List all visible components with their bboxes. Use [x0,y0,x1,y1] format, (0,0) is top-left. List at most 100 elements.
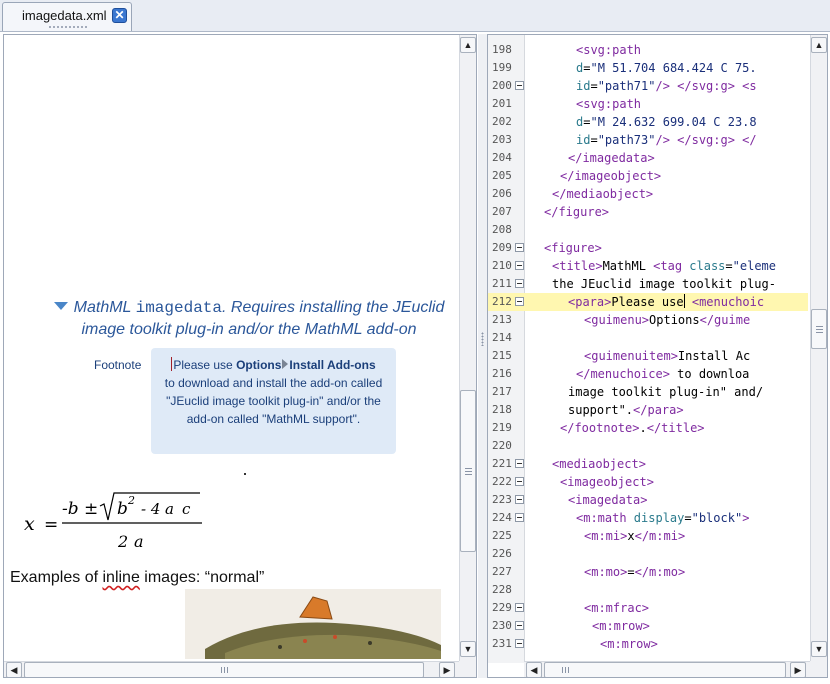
code-line[interactable]: 224 <m:math display="block"> [488,509,808,527]
scroll-up-icon[interactable]: ▲ [460,37,476,53]
line-number: 220 [492,439,512,452]
left-hscroll-thumb[interactable] [24,662,424,677]
code-token: <m:mo> [584,565,628,579]
code-line[interactable]: 206 </mediaobject> [488,185,808,203]
code-line[interactable]: 211 the JEuclid image toolkit plug- [488,275,808,293]
code-token: </figure> [544,205,610,219]
scroll-up-icon[interactable]: ▲ [811,37,827,53]
scroll-right-icon[interactable]: ▶ [790,662,806,677]
code-line[interactable]: 201 <svg:path [488,95,808,113]
right-vscroll-thumb[interactable] [811,309,827,349]
line-number: 211 [492,277,512,290]
inline-text-pre: Examples of [10,569,103,586]
code-line[interactable]: 202 d="M 24.632 699.04 C 23.8 [488,113,808,131]
footnote-label: Footnote [94,358,142,372]
author-view-pane[interactable]: MathML imagedata. Requires installing th… [3,34,477,678]
code-token: "M 51.704 684.424 C 75. [590,61,757,75]
code-line[interactable]: 222 <imageobject> [488,473,808,491]
fold-toggle-icon[interactable] [515,261,524,270]
scroll-right-icon[interactable]: ▶ [439,662,455,677]
code-text: <m:mi>x</m:mi> [584,527,685,545]
code-line[interactable]: 212 <para>Please use <menuchoic [488,293,808,311]
spellcheck-word[interactable]: inline [102,569,139,586]
code-line[interactable]: 229 <m:mfrac> [488,599,808,617]
line-number: 208 [492,223,512,236]
code-line[interactable]: 217 image toolkit plug-in" and/ [488,383,808,401]
code-text: </imagedata> [568,149,655,167]
fold-toggle-icon[interactable] [515,459,524,468]
line-number: 225 [492,529,512,542]
code-text: <guimenuitem>Install Ac [584,347,750,365]
code-line[interactable]: 204 </imagedata> [488,149,808,167]
tab-imagedata-xml[interactable]: imagedata.xml ✕ [2,2,132,31]
code-token: support". [568,403,634,417]
code-line[interactable]: 198 <svg:path [488,41,808,59]
fold-toggle-icon[interactable] [515,81,524,90]
code-line[interactable]: 220 [488,437,808,455]
fold-toggle-icon[interactable] [515,513,524,522]
code-line[interactable]: 216 </menuchoice> to downloa [488,365,808,383]
left-vertical-scrollbar[interactable]: ▲ ▼ [459,35,476,661]
code-line[interactable]: 199 d="M 51.704 684.424 C 75. [488,59,808,77]
code-line[interactable]: 221 <mediaobject> [488,455,808,473]
code-line[interactable]: 208 [488,221,808,239]
pane-splitter[interactable] [478,34,487,678]
code-token: <m:mrow> [592,619,650,633]
code-text: <title>MathML <tag class="eleme [552,257,776,275]
formula-exponent: 2 [127,494,135,507]
scroll-down-icon[interactable]: ▼ [460,641,476,657]
code-line[interactable]: 203 id="path73"/> </svg:g> </ [488,131,808,149]
figure-title-code: imagedata [135,299,223,317]
right-horizontal-scrollbar[interactable]: ◀ ▶ [524,661,810,677]
fold-toggle-icon[interactable] [515,477,524,486]
close-icon[interactable]: ✕ [112,8,127,23]
left-vscroll-thumb[interactable] [460,390,476,552]
scroll-down-icon[interactable]: ▼ [811,641,827,657]
code-token: </title> [646,421,705,435]
code-token: id [576,133,591,147]
text-view-pane[interactable]: 198 <svg:path 199 d="M 51.704 684.424 C 75.… [487,34,828,678]
code-editor[interactable]: 198 <svg:path 199 d="M 51.704 684.424 C 75.… [488,35,808,663]
code-text: <m:math display="block"> [576,509,749,527]
footnote-box[interactable]: Please use Options Install Add-ons to dow… [151,348,396,454]
line-number: 205 [492,169,512,182]
right-vertical-scrollbar[interactable]: ▲ ▼ [810,35,827,661]
code-line[interactable]: 225 <m:mi>x</m:mi> [488,527,808,545]
right-hscroll-thumb[interactable] [544,662,786,677]
scroll-left-icon[interactable]: ◀ [526,662,542,677]
code-token: image toolkit plug-in" and/ [568,385,764,399]
code-line[interactable]: 205 </imageobject> [488,167,808,185]
fold-toggle-icon[interactable] [515,297,524,306]
code-line[interactable]: 227 <m:mo>=</m:mo> [488,563,808,581]
code-token: <tag [653,259,690,273]
code-line[interactable]: 209 <figure> [488,239,808,257]
fold-toggle-icon[interactable] [515,621,524,630]
line-number: 223 [492,493,512,506]
fold-toggle-icon[interactable] [515,603,524,612]
code-line[interactable]: 218 support".</para> [488,401,808,419]
code-line[interactable]: 223 <imagedata> [488,491,808,509]
fold-toggle-icon[interactable] [515,243,524,252]
fold-toggle-icon[interactable] [515,279,524,288]
collapse-triangle-icon[interactable] [53,302,68,310]
code-line[interactable]: 214 [488,329,808,347]
left-horizontal-scrollbar[interactable]: ◀ ▶ [4,661,459,677]
code-token: </imagedata> [568,151,655,165]
code-token: > [742,511,750,525]
code-line[interactable]: 207 </figure> [488,203,808,221]
code-line[interactable]: 213 <guimenu>Options</guime [488,311,808,329]
code-line[interactable]: 230 <m:mrow> [488,617,808,635]
code-line[interactable]: 219 </footnote>.</title> [488,419,808,437]
code-text: <para>Please use <menuchoic [568,293,764,311]
tab-title: imagedata.xml [22,8,107,23]
code-line[interactable]: 226 [488,545,808,563]
scroll-left-icon[interactable]: ◀ [6,662,22,677]
code-line[interactable]: 215 <guimenuitem>Install Ac [488,347,808,365]
code-line[interactable]: 228 [488,581,808,599]
fold-toggle-icon[interactable] [515,495,524,504]
code-line[interactable]: 231 <m:mrow> [488,635,808,653]
code-line[interactable]: 200 id="path71"/> </svg:g> <s [488,77,808,95]
code-line[interactable]: 210 <title>MathML <tag class="eleme [488,257,808,275]
formula-svg: x = -b ± b 2 - 4 a c 2 a [24,492,202,551]
fold-toggle-icon[interactable] [515,639,524,648]
